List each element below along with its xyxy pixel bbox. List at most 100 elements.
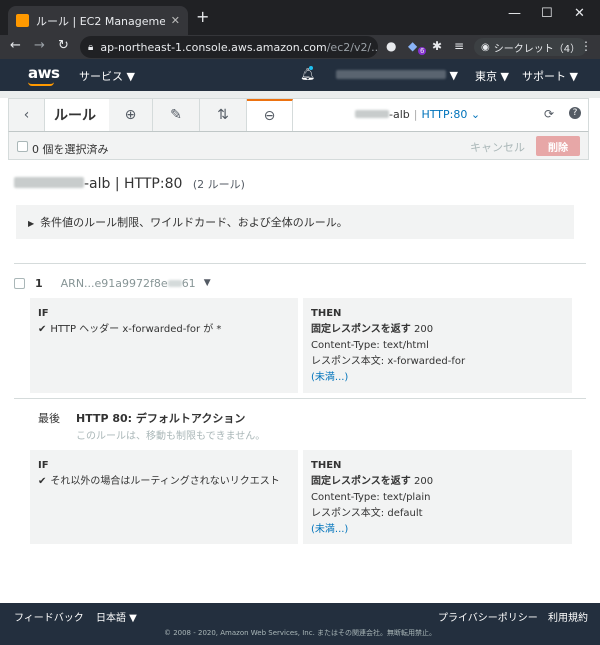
default-rule-header: 最後 HTTP 80: デフォルトアクション	[38, 410, 245, 426]
rule-checkbox[interactable]	[14, 277, 25, 289]
edit-rule-button[interactable]: ✎	[153, 99, 200, 131]
default-action: 固定レスポンスを返す 200	[311, 476, 434, 487]
language-selector[interactable]: 日本語 ▼	[96, 609, 137, 624]
support-menu[interactable]: サポート ▼	[522, 68, 578, 84]
lock-icon: 🔒︎	[88, 41, 94, 53]
arn-dropdown-icon[interactable]: ▼	[204, 278, 211, 288]
puzzle-icon[interactable]: ✱	[432, 39, 442, 53]
default-body: レスポンス本文: default	[311, 508, 423, 519]
rule-row-header: 1 ARN...e91a9972f8e 61 ▼	[14, 275, 211, 291]
divider	[14, 398, 586, 399]
reorder-icon: ⇅	[217, 107, 229, 123]
rules-title: ルール	[54, 108, 96, 124]
if-label: IF	[38, 308, 49, 319]
url-path: /ec2/v2/...	[326, 40, 378, 54]
extension-icon[interactable]: ●	[386, 39, 396, 53]
rule1-condition: ✔ HTTP ヘッダー x-forwarded-for が *	[38, 324, 222, 335]
pencil-icon: ✎	[170, 107, 182, 123]
default-rule-label: 最後	[38, 412, 60, 425]
default-condition: ✔ それ以外の場合はルーティングされないリクエスト	[38, 476, 280, 487]
cancel-button[interactable]: キャンセル	[470, 139, 525, 155]
minus-circle-icon: ⊖	[263, 108, 276, 124]
rules-toolbar: ‹ ルール ⊕ ✎ ⇅ ⊖ -alb | HTTP:80 ⌄ ⟳ ?	[8, 98, 589, 132]
reorder-rules-button[interactable]: ⇅	[200, 99, 247, 131]
copyright: © 2008 - 2020, Amazon Web Services, Inc.…	[163, 629, 437, 637]
rule1-body: レスポンス本文: x-forwarded-for	[311, 356, 466, 367]
extension-badge-icon[interactable]: ◆	[408, 39, 417, 53]
default-more-link[interactable]: (未満...)	[311, 522, 564, 538]
aws-logo-text: aws	[28, 64, 60, 82]
rule1-if-panel: IF ✔ HTTP ヘッダー x-forwarded-for が *	[30, 298, 298, 393]
address-bar[interactable]: 🔒︎ ap-northeast-1.console.aws.amazon.com…	[80, 36, 378, 58]
lb-name: -alb	[389, 108, 410, 121]
back-button[interactable]: ‹	[9, 99, 45, 131]
close-window-icon[interactable]: ✕	[574, 6, 585, 21]
minimize-icon[interactable]: —	[508, 6, 521, 21]
feedback-link[interactable]: フィードバック	[14, 609, 84, 624]
services-menu[interactable]: サービス ▼	[79, 68, 135, 84]
listener-name: HTTP:80	[421, 108, 468, 121]
chevron-down-icon: ⌄	[470, 108, 481, 121]
new-tab-icon[interactable]: +	[196, 9, 209, 25]
chevron-left-icon: ‹	[23, 107, 30, 123]
aws-logo[interactable]: aws	[28, 64, 60, 86]
selection-bar: 0 個を選択済み キャンセル 削除	[8, 132, 589, 160]
privacy-link[interactable]: プライバシーポリシー	[438, 609, 538, 624]
add-rule-button[interactable]: ⊕	[109, 99, 153, 131]
profile-label: シークレット（4）	[493, 43, 581, 55]
limits-text: 条件値のルール制限、ワイルドカード、および全体のルール。	[40, 216, 348, 229]
then-label: THEN	[311, 460, 342, 471]
terms-link[interactable]: 利用規約	[548, 609, 588, 624]
browser-toolbar: ← → ↻ 🔒︎ ap-northeast-1.console.aws.amaz…	[0, 35, 600, 59]
url-host: ap-northeast-1.console.aws.amazon.com	[100, 40, 327, 54]
select-all-checkbox[interactable]	[17, 141, 28, 152]
close-tab-icon[interactable]: ✕	[171, 14, 180, 27]
delete-button[interactable]: 削除	[536, 136, 580, 156]
back-icon[interactable]: ←	[10, 39, 21, 53]
rule1-action: 固定レスポンスを返す 200	[311, 324, 434, 335]
aws-nav-bar: aws サービス ▼ 🔔︎ ▼ 東京 ▼ サポート ▼	[0, 59, 600, 91]
tab-title: ルール | EC2 Management Console	[36, 14, 165, 28]
incognito-profile[interactable]: ◉ シークレット（4）	[474, 38, 588, 56]
content-gap	[0, 91, 600, 98]
browser-tab[interactable]: ルール | EC2 Management Console ✕	[8, 6, 188, 35]
reload-icon[interactable]: ↻	[58, 39, 69, 53]
rule1-content-type: Content-Type: text/html	[311, 340, 429, 351]
delete-rules-button[interactable]: ⊖	[247, 99, 293, 131]
limits-expander[interactable]: ▶ 条件値のルール制限、ワイルドカード、および全体のルール。	[16, 205, 574, 239]
rule-arn[interactable]: ARN...e91a9972f8e 61	[61, 277, 196, 290]
incognito-icon: ◉	[481, 41, 490, 53]
caret-right-icon: ▶	[28, 219, 35, 228]
check-icon: ✔	[38, 324, 47, 335]
rule-count: (2 ルール)	[192, 178, 245, 191]
aws-footer: フィードバック 日本語 ▼ プライバシーポリシー 利用規約 © 2008 - 2…	[0, 603, 600, 645]
help-icon[interactable]: ?	[569, 107, 581, 119]
check-icon: ✔	[38, 476, 47, 487]
aws-favicon-icon	[16, 14, 29, 27]
forward-icon[interactable]: →	[34, 39, 45, 53]
divider	[14, 263, 586, 264]
reading-list-icon[interactable]: ≡	[454, 39, 464, 53]
selected-count: 0 個を選択済み	[32, 143, 109, 156]
listener-selector[interactable]: -alb | HTTP:80 ⌄	[355, 108, 480, 121]
default-then-panel: THEN 固定レスポンスを返す 200 Content-Type: text/p…	[303, 450, 572, 544]
default-rule-subtitle: このルールは、移動も制限もできません。	[76, 431, 266, 442]
rule1-then-panel: THEN 固定レスポンスを返す 200 Content-Type: text/h…	[303, 298, 572, 393]
notification-bell-icon[interactable]: 🔔︎	[300, 66, 315, 81]
default-rule-title: HTTP 80: デフォルトアクション	[76, 412, 246, 425]
default-content-type: Content-Type: text/plain	[311, 492, 431, 503]
menu-kebab-icon[interactable]: ⋮	[580, 39, 592, 53]
rule-number: 1	[35, 276, 43, 290]
aws-smile-icon	[28, 82, 54, 86]
region-menu[interactable]: 東京 ▼	[475, 68, 509, 84]
refresh-icon[interactable]: ⟳	[544, 107, 554, 121]
plus-circle-icon: ⊕	[124, 107, 137, 123]
if-label: IF	[38, 460, 49, 471]
maximize-icon[interactable]: ☐	[541, 6, 553, 21]
extension-badge: 6	[418, 47, 427, 55]
rule1-more-link[interactable]: (未満...)	[311, 370, 564, 386]
lb-title: -alb | HTTP:80 (2 ルール)	[14, 176, 245, 192]
then-label: THEN	[311, 308, 342, 319]
lb-title-text: -alb | HTTP:80	[84, 176, 183, 192]
account-menu[interactable]: ▼	[336, 69, 458, 82]
